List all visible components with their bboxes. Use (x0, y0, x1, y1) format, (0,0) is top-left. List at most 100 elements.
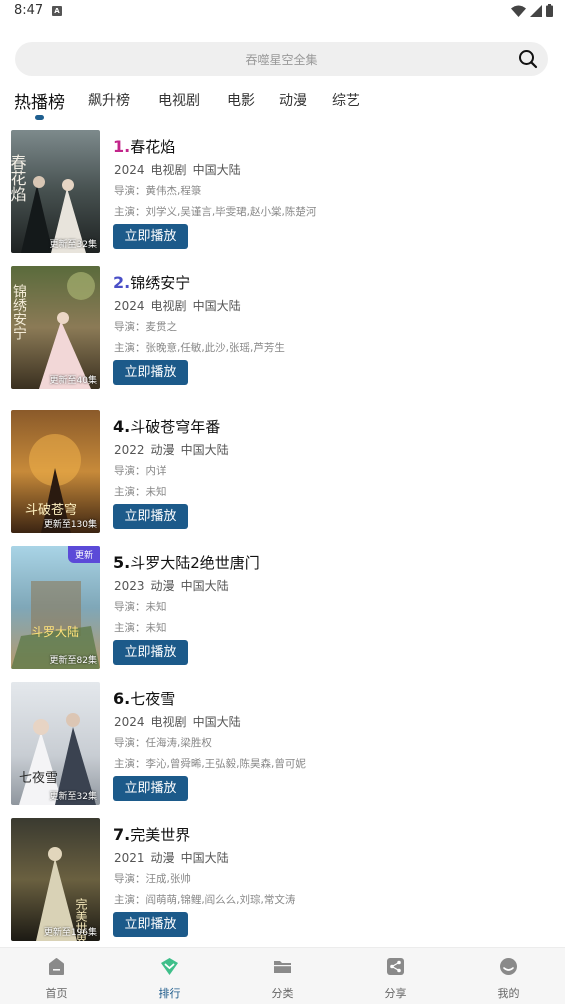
poster-title: 锦绣安宁 (11, 283, 27, 340)
region: 中国大陆 (180, 579, 229, 593)
status-bar: 8:47 A (0, 0, 565, 24)
item-title[interactable]: 4.斗破苍穹年番 (113, 416, 220, 437)
nav-share[interactable]: 分享 (339, 948, 452, 1004)
list-item[interactable]: 春花焰 更新至32集 1.春花焰 2024 电视剧 中国大陆 导演：黄伟杰,程箓 主… (0, 130, 565, 254)
director: 导演：麦贯之 (114, 321, 177, 333)
item-meta: 2021 动漫 中国大陆 (114, 849, 235, 866)
notification-icon: A (52, 6, 62, 16)
list-item[interactable]: 完美世界 更新至196集 7.完美世界 2021 动漫 中国大陆 导演：汪成,张帅 … (0, 818, 565, 942)
tab-movie[interactable]: 电影 (227, 90, 255, 110)
nav-category[interactable]: 分类 (226, 948, 339, 1004)
item-title[interactable]: 2.锦绣安宁 (113, 272, 190, 293)
search-placeholder[interactable]: 吞噬星空全集 (15, 51, 548, 68)
tab-hot[interactable]: 热播榜 (14, 88, 65, 113)
nav-label: 分类 (271, 987, 294, 1000)
year: 2024 (114, 299, 145, 313)
rank-number: 1. (113, 137, 131, 156)
item-meta: 2022 动漫 中国大陆 (114, 441, 235, 458)
poster[interactable]: 锦绣安宁 更新至40集 (11, 266, 100, 389)
poster-caption: 更新至32集 (49, 792, 97, 802)
item-meta: 2024 电视剧 中国大陆 (114, 297, 247, 314)
cast: 主演：刘学义,吴谨言,毕雯珺,赵小棠,陈楚河 (114, 206, 317, 218)
tab-tv[interactable]: 电视剧 (158, 90, 200, 110)
folder-icon (274, 961, 291, 973)
list-item[interactable]: 斗破苍穹 更新至130集 4.斗破苍穹年番 2022 动漫 中国大陆 导演：内详 主… (0, 410, 565, 534)
nav-label: 排行 (158, 987, 181, 1000)
play-button[interactable]: 立即播放 (113, 224, 188, 249)
tab-anime[interactable]: 动漫 (279, 90, 307, 110)
year: 2024 (114, 715, 145, 729)
region: 中国大陆 (192, 163, 241, 177)
profile-icon (500, 958, 517, 975)
list-item[interactable]: 斗罗大陆 更新 更新至82集 5.斗罗大陆2绝世唐门 2023 动漫 中国大陆 导演… (0, 546, 565, 670)
nav-home[interactable]: 首页 (0, 948, 113, 1004)
poster[interactable]: 斗罗大陆 更新 更新至82集 (11, 546, 100, 669)
item-meta: 2024 电视剧 中国大陆 (114, 713, 247, 730)
search-icon[interactable] (518, 49, 538, 69)
nav-profile[interactable]: 我的 (452, 948, 565, 1004)
play-button[interactable]: 立即播放 (113, 640, 188, 665)
poster-caption: 更新至82集 (49, 656, 97, 666)
signal-icon (530, 4, 542, 17)
poster-caption: 更新至196集 (43, 928, 97, 938)
title-text: 斗破苍穹年番 (130, 418, 221, 436)
item-title[interactable]: 5.斗罗大陆2绝世唐门 (113, 552, 260, 573)
poster-image: 斗破苍穹 (11, 410, 100, 533)
list-item[interactable]: 七夜雪 更新至32集 6.七夜雪 2024 电视剧 中国大陆 导演：任海涛,梁胜权 … (0, 682, 565, 806)
poster-caption: 更新至32集 (49, 240, 97, 250)
play-button[interactable]: 立即播放 (113, 912, 188, 937)
cast: 主演：阎萌萌,锦鲤,阎么么,刘琮,常文涛 (114, 894, 296, 906)
region: 中国大陆 (180, 443, 229, 457)
poster-image: 锦绣安宁 (11, 266, 100, 389)
type: 电视剧 (150, 299, 187, 313)
rank-number: 4. (113, 417, 131, 436)
item-title[interactable]: 1.春花焰 (113, 136, 175, 157)
nav-ranking[interactable]: 排行 (113, 948, 226, 1004)
year: 2023 (114, 579, 145, 593)
update-badge: 更新 (67, 546, 100, 563)
wifi-icon (511, 5, 526, 17)
title-text: 七夜雪 (130, 690, 176, 708)
director: 导演：汪成,张帅 (114, 873, 191, 885)
rank-number: 6. (113, 689, 131, 708)
poster-image: 春花焰 (11, 130, 100, 253)
rank-number: 2. (113, 273, 131, 292)
title-text: 斗罗大陆2绝世唐门 (130, 554, 260, 572)
search-bar[interactable]: 吞噬星空全集 (15, 42, 548, 76)
poster[interactable]: 斗破苍穹 更新至130集 (11, 410, 100, 533)
cast: 主演：未知 (114, 622, 167, 634)
tab-rising[interactable]: 飙升榜 (88, 90, 130, 110)
rank-number: 7. (113, 825, 131, 844)
type: 动漫 (150, 443, 175, 457)
region: 中国大陆 (192, 715, 241, 729)
type: 电视剧 (150, 163, 187, 177)
rank-number: 5. (113, 553, 131, 572)
poster[interactable]: 春花焰 更新至32集 (11, 130, 100, 253)
tab-indicator (35, 115, 44, 120)
item-meta: 2024 电视剧 中国大陆 (114, 161, 247, 178)
year: 2022 (114, 443, 145, 457)
play-button[interactable]: 立即播放 (113, 504, 188, 529)
status-time: 8:47 (14, 3, 44, 18)
cast: 主演：张晚意,任敏,此沙,张瑶,芦芳生 (114, 342, 285, 354)
item-title[interactable]: 6.七夜雪 (113, 688, 175, 709)
poster-image: 七夜雪 (11, 682, 100, 805)
poster-caption: 更新至40集 (49, 376, 97, 386)
list-item[interactable]: 锦绣安宁 更新至40集 2.锦绣安宁 2024 电视剧 中国大陆 导演：麦贯之 主演… (0, 266, 565, 390)
director: 导演：内详 (114, 465, 167, 477)
type: 动漫 (150, 851, 175, 865)
poster[interactable]: 完美世界 更新至196集 (11, 818, 100, 941)
poster[interactable]: 七夜雪 更新至32集 (11, 682, 100, 805)
cast: 主演：未知 (114, 486, 167, 498)
tab-variety[interactable]: 综艺 (332, 90, 360, 110)
nav-label: 我的 (497, 987, 520, 1000)
play-button[interactable]: 立即播放 (113, 776, 188, 801)
title-text: 春花焰 (130, 138, 176, 156)
poster-caption: 更新至130集 (43, 520, 97, 530)
home-icon (49, 958, 64, 975)
item-title[interactable]: 7.完美世界 (113, 824, 190, 845)
region: 中国大陆 (180, 851, 229, 865)
poster-title: 斗破苍穹 (25, 502, 77, 518)
year: 2021 (114, 851, 145, 865)
play-button[interactable]: 立即播放 (113, 360, 188, 385)
